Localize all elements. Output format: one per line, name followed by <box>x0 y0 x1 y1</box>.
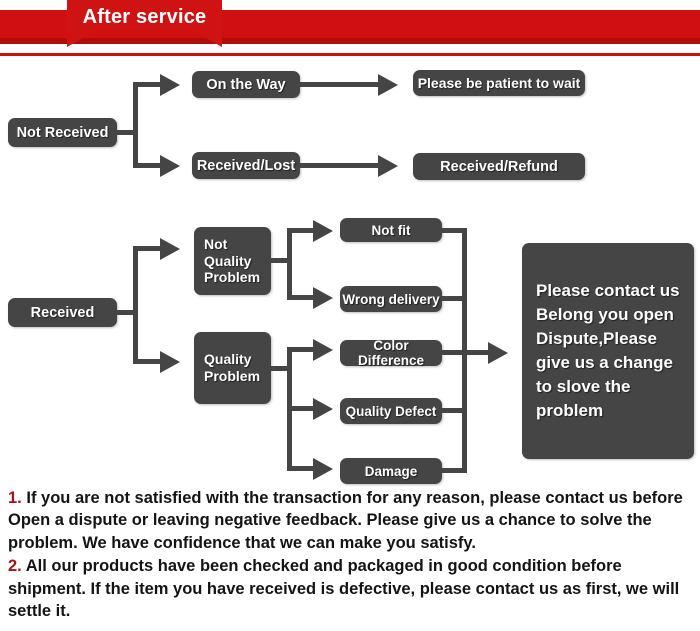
node-wrong-delivery: Wrong delivery <box>340 286 442 312</box>
after-service-notes: 1. If you are not satisfied with the tra… <box>8 487 694 624</box>
connector-received-bus <box>133 246 138 364</box>
node-color-difference: Color Difference <box>340 338 442 368</box>
header-divider <box>0 53 700 56</box>
arrow-received-refund <box>378 155 398 177</box>
node-damage: Damage <box>340 458 442 484</box>
connector-received-lost-to-result <box>300 163 382 168</box>
note-text: If you are not satisfied with the transa… <box>8 489 683 552</box>
arrow-quality-defect <box>313 398 333 420</box>
node-on-the-way: On the Way <box>192 71 300 98</box>
node-please-be-patient-to-wait: Please be patient to wait <box>413 70 585 96</box>
arrow-not-fit <box>313 220 333 242</box>
node-quality-defect: Quality Defect <box>340 398 442 424</box>
arrow-not-quality-problem <box>160 238 180 260</box>
node-not-quality-problem: Not Quality Problem <box>194 227 271 295</box>
connector-not-received-bus <box>133 82 138 168</box>
note-item: 2. All our products have been checked an… <box>8 555 694 622</box>
arrow-quality-problem <box>160 351 180 373</box>
node-not-received: Not Received <box>8 118 117 147</box>
node-received: Received <box>8 298 117 327</box>
arrow-received-lost <box>160 155 180 177</box>
arrow-please-be-patient <box>378 74 398 96</box>
node-received-refund: Received/Refund <box>413 153 585 180</box>
arrow-wrong-delivery <box>313 287 333 309</box>
page-title: After service <box>82 6 207 28</box>
arrow-damage <box>313 458 333 480</box>
note-number: 2. <box>8 557 22 576</box>
node-quality-problem: Quality Problem <box>194 332 271 404</box>
node-not-fit: Not fit <box>340 218 442 242</box>
note-text: All our products have been checked and p… <box>8 557 680 621</box>
arrow-color-difference <box>313 339 333 361</box>
connector-not-quality-bus <box>287 228 292 300</box>
note-number: 1. <box>8 489 22 507</box>
note-item: 1. If you are not satisfied with the tra… <box>8 487 694 554</box>
arrow-on-the-way <box>160 74 180 96</box>
arrow-outcome <box>488 342 508 364</box>
node-received-lost: Received/Lost <box>192 152 300 179</box>
header-bar-shadow <box>0 38 700 44</box>
node-outcome-contact-us: Please contact us Belong you open Disput… <box>522 243 694 459</box>
page-header: After service <box>0 0 700 58</box>
connector-on-the-way-to-result <box>300 82 382 87</box>
